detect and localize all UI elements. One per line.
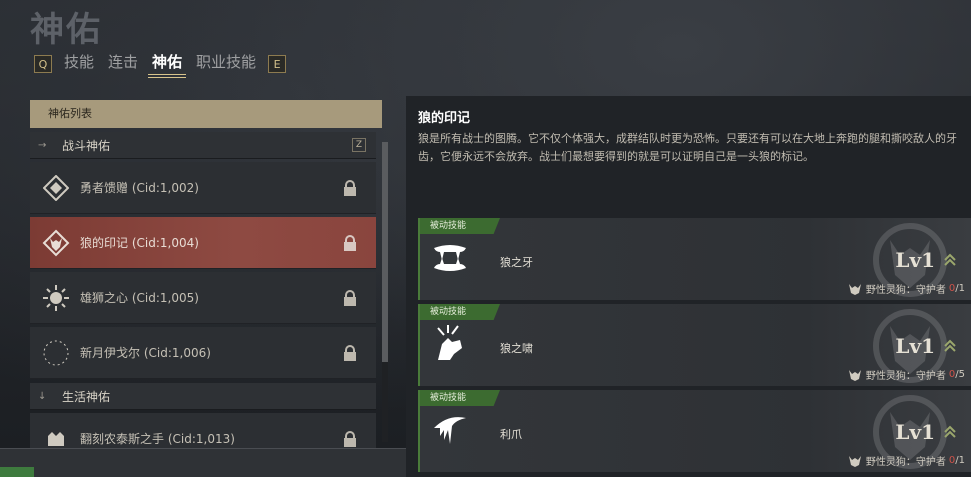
requirement-total: /5 [955, 369, 965, 380]
category-combat[interactable]: → 战斗神佑 Z [30, 132, 376, 159]
category-label: 生活神佑 [62, 389, 111, 404]
list-item-blessing-1006[interactable]: 新月伊戈尔 (Cid:1,006) [30, 327, 376, 379]
skill-card[interactable]: 被动技能 狼之啸 Lv1 野性灵狗：守护者 0 /5 [418, 304, 971, 386]
level-up-chevron-icon [944, 339, 956, 352]
wolf-head-icon [848, 369, 861, 381]
lock-icon [342, 430, 358, 447]
lion-icon [42, 284, 70, 312]
skill-requirement: 野性灵狗：守护者 0 /5 [847, 367, 965, 382]
skill-name: 狼之牙 [500, 256, 533, 269]
blessing-detail-panel: 狼的印记 狼是所有战士的图腾。它不仅个体强大，成群结队时更为恐怖。只要还有可以在… [406, 96, 971, 477]
lock-icon [342, 344, 358, 361]
requirement-total: /1 [955, 283, 965, 294]
skill-card[interactable]: 被动技能 利爪 Lv1 野性灵狗：守护者 0 /1 [418, 390, 971, 472]
requirement-label: 野性灵狗：守护者 [865, 457, 946, 468]
claw-icon [434, 417, 466, 444]
arrow-down-icon: ↓ [38, 390, 47, 402]
list-item-blessing-1004[interactable]: 狼的印记 (Cid:1,004) [30, 217, 376, 269]
emblem-icon [42, 174, 70, 202]
wolf-head-icon [848, 455, 861, 467]
crescent-icon [42, 339, 70, 367]
wolf-head-icon [848, 283, 861, 295]
howl-icon [437, 325, 462, 360]
item-name: 勇者馈赠 (Cid:1,002) [80, 181, 199, 195]
passive-badge: 被动技能 [420, 304, 500, 320]
skill-requirement: 野性灵狗：守护者 0 /1 [847, 453, 965, 468]
skill-name: 狼之啸 [500, 342, 533, 355]
wolf-icon [42, 229, 70, 257]
detail-title: 狼的印记 [418, 111, 471, 126]
tab-next-key[interactable]: E [268, 55, 287, 73]
overlay-green-tab [0, 467, 34, 477]
requirement-label: 野性灵狗：守护者 [865, 371, 946, 382]
fang-icon [434, 245, 466, 271]
level-up-chevron-icon [944, 425, 956, 438]
tab-blessing[interactable]: 神佑 [148, 52, 187, 78]
skill-level: Lv1 [895, 420, 935, 444]
skill-level: Lv1 [895, 248, 935, 272]
skill-card[interactable]: 被动技能 狼之牙 Lv1 野性灵狗：守护者 0 /1 [418, 218, 971, 300]
category-life[interactable]: ↓ 生活神佑 [30, 383, 376, 410]
skill-name: 利爪 [500, 428, 522, 441]
requirement-total: /1 [955, 455, 965, 466]
lock-icon [342, 289, 358, 306]
blessing-list-panel: 神佑列表 → 战斗神佑 Z 勇者馈赠 (Cid:1,002) 狼的印记 (Cid… [30, 100, 388, 465]
item-name: 新月伊戈尔 (Cid:1,006) [80, 346, 211, 360]
skill-requirement: 野性灵狗：守护者 0 /1 [847, 281, 965, 296]
item-name: 雄狮之心 (Cid:1,005) [80, 291, 199, 305]
tab-combo[interactable]: 连击 [106, 52, 140, 76]
passive-badge: 被动技能 [420, 218, 500, 234]
list-scrollbar[interactable] [382, 142, 388, 442]
category-hotkey: Z [352, 138, 366, 152]
skill-level: Lv1 [895, 334, 935, 358]
page-title: 神佑 [30, 10, 102, 50]
scrollbar-thumb[interactable] [382, 142, 388, 362]
arrow-right-icon: → [38, 139, 47, 151]
tab-bar: Q 技能 连击 神佑 职业技能 E [34, 52, 287, 78]
tab-prev-key[interactable]: Q [34, 55, 52, 73]
level-up-chevron-icon [944, 253, 956, 266]
detail-description: 狼是所有战士的图腾。它不仅个体强大，成群结队时更为恐怖。只要还有可以在大地上奔跑… [418, 132, 957, 163]
requirement-label: 野性灵狗：守护者 [865, 285, 946, 296]
list-header: 神佑列表 [30, 100, 382, 128]
lock-icon [342, 234, 358, 251]
list-item-blessing-1002[interactable]: 勇者馈赠 (Cid:1,002) [30, 162, 376, 214]
tab-class-skills[interactable]: 职业技能 [194, 52, 258, 76]
lock-icon [342, 179, 358, 196]
category-label: 战斗神佑 [62, 138, 111, 153]
tab-skills[interactable]: 技能 [62, 52, 96, 76]
passive-badge: 被动技能 [420, 390, 500, 406]
list-item-blessing-1005[interactable]: 雄狮之心 (Cid:1,005) [30, 272, 376, 324]
item-name: 翻刻农泰斯之手 (Cid:1,013) [80, 432, 235, 446]
item-name: 狼的印记 (Cid:1,004) [80, 236, 199, 250]
